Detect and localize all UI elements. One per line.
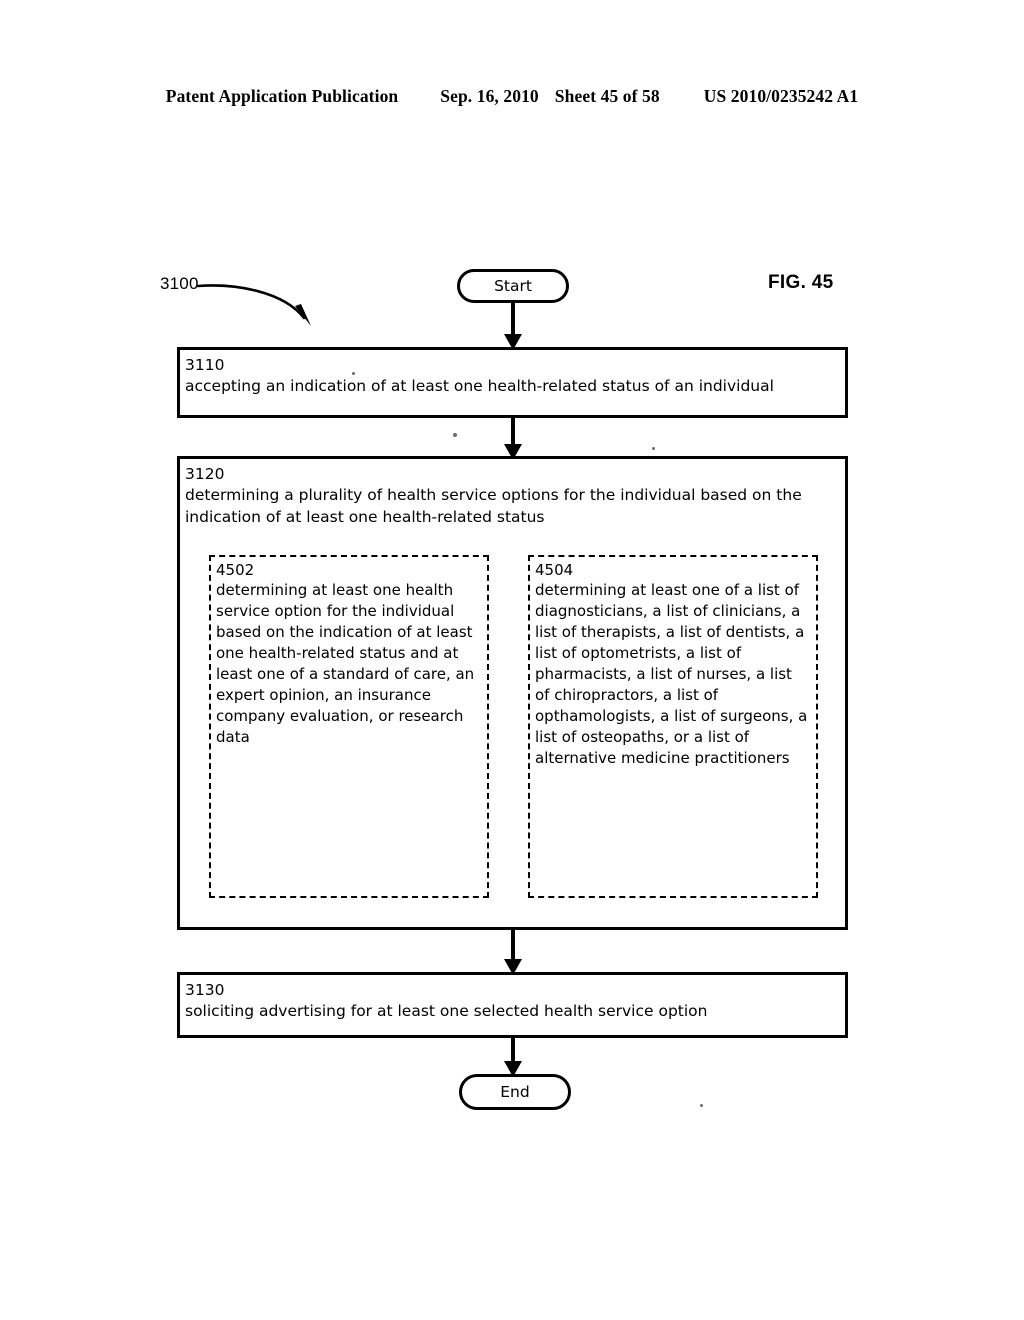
process-box-3110-number: 3110 <box>185 356 225 374</box>
sub-process-box-4502: 4502 determining at least one health ser… <box>209 555 489 898</box>
process-box-3130: 3130 soliciting advertising for at least… <box>177 972 848 1038</box>
figure-label: FIG. 45 <box>768 272 834 293</box>
scan-artifact <box>352 372 355 375</box>
sub-process-box-4504-number: 4504 <box>535 561 574 579</box>
connector-3120-to-3130-icon <box>504 927 522 975</box>
scan-artifact <box>453 433 457 437</box>
header-patent-number: US 2010/0235242 A1 <box>703 86 859 106</box>
process-box-3120-text: determining a plurality of health servic… <box>185 486 802 526</box>
header-date: Sep. 16, 2010 <box>440 86 539 106</box>
flow-reference-arrow-icon <box>196 284 311 326</box>
header-sheet-number: Sheet 45 of 58 <box>554 86 660 106</box>
process-box-3120: 3120 determining a plurality of health s… <box>177 456 848 930</box>
sub-process-box-4502-text: determining at least one health service … <box>216 581 475 746</box>
scan-artifact <box>652 447 655 450</box>
scan-artifact <box>700 1104 703 1107</box>
header-publication: Patent Application Publication <box>165 86 399 106</box>
process-box-3120-number: 3120 <box>185 465 225 483</box>
sub-process-box-4502-number: 4502 <box>216 561 255 579</box>
flow-reference-number: 3100 <box>160 274 199 293</box>
end-terminator-label: End <box>500 1083 530 1101</box>
process-box-3110-text: accepting an indication of at least one … <box>185 377 774 395</box>
process-box-3110: 3110 accepting an indication of at least… <box>177 347 848 418</box>
connector-3110-to-3120-icon <box>504 415 522 460</box>
sub-process-box-4504-text: determining at least one of a list of di… <box>535 581 808 767</box>
process-box-3130-number: 3130 <box>185 981 225 999</box>
sub-process-box-4504: 4504 determining at least one of a list … <box>528 555 818 898</box>
process-box-3130-text: soliciting advertising for at least one … <box>185 1002 708 1020</box>
start-terminator: Start <box>457 269 569 303</box>
connector-start-to-3110-icon <box>504 300 522 350</box>
start-terminator-label: Start <box>494 277 532 295</box>
end-terminator: End <box>459 1074 571 1110</box>
connector-3130-to-end-icon <box>504 1035 522 1077</box>
page-header: Patent Application Publication Sep. 16, … <box>0 86 1024 114</box>
